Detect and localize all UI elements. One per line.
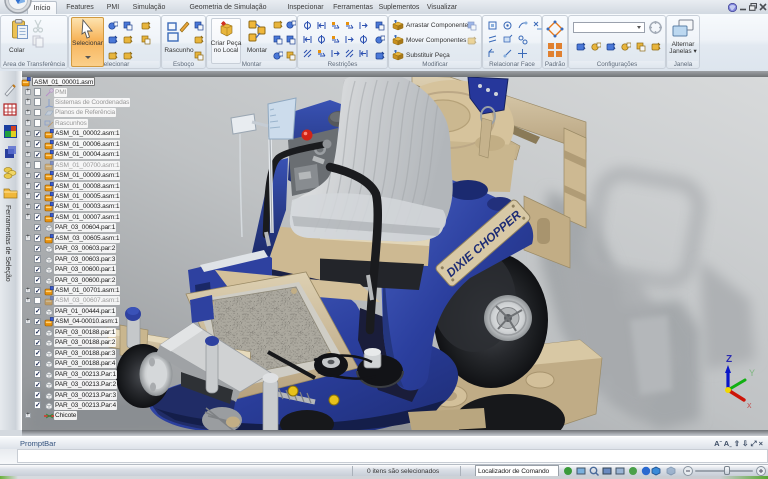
svg-text:x: x	[747, 400, 752, 410]
svg-text:Z: Z	[726, 354, 732, 365]
svg-text:Y: Y	[749, 368, 755, 378]
